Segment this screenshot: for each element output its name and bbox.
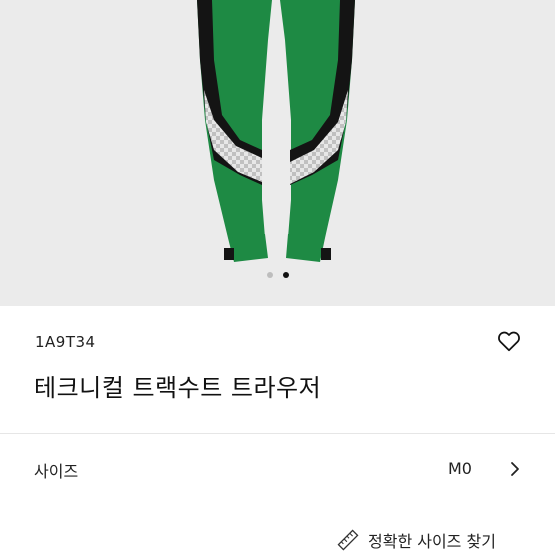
chevron-right-icon (511, 462, 519, 476)
find-size-label: 정확한 사이즈 찾기 (368, 532, 496, 551)
favorite-heart-icon[interactable] (496, 328, 522, 354)
product-title: 테크니컬 트랙수트 트라우저 (34, 374, 322, 402)
product-image-carousel[interactable] (0, 0, 555, 306)
product-code: 1A9T34 (35, 333, 96, 351)
selected-size-value: M0 (448, 459, 472, 478)
find-size-link[interactable]: 정확한 사이즈 찾기 (336, 527, 496, 553)
carousel-dot-2[interactable] (282, 272, 289, 278)
section-divider (0, 433, 555, 434)
size-label: 사이즈 (34, 462, 79, 481)
size-selector[interactable]: 사이즈 M0 (0, 445, 555, 495)
ruler-icon (337, 529, 359, 551)
carousel-dot-1[interactable] (266, 272, 273, 278)
track-pants-image (197, 0, 355, 262)
carousel-pagination (0, 272, 555, 278)
